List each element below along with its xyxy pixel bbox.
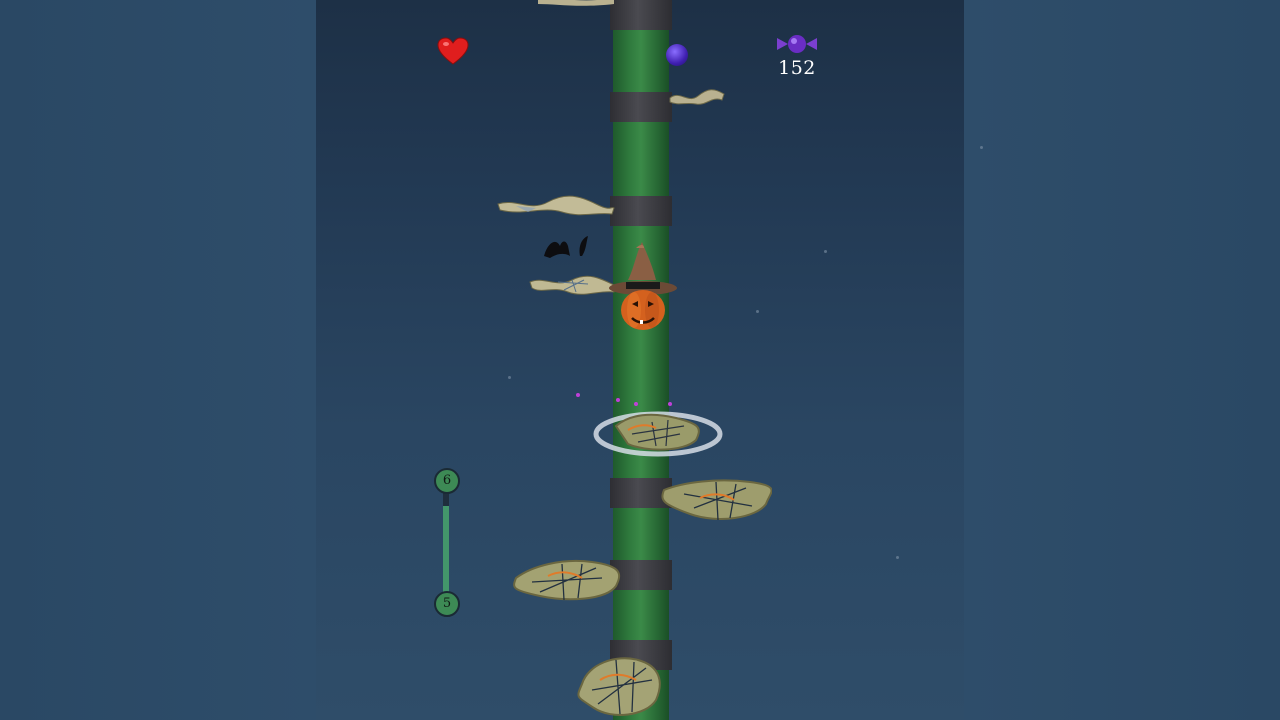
dust-particle (508, 376, 511, 379)
candy-icon (775, 34, 819, 54)
tower-ring (610, 196, 672, 226)
landing-ring (593, 411, 723, 457)
web-platform (577, 657, 661, 716)
left-backdrop (0, 0, 316, 720)
branch-platform (497, 195, 615, 216)
level-progress-fill (443, 505, 449, 596)
heart-icon (436, 36, 470, 66)
purple-orb-icon (666, 44, 688, 66)
next-level-node: 6 (434, 468, 460, 494)
level-progress-bar (443, 490, 449, 596)
branch-platform (669, 89, 725, 105)
magic-spark (576, 393, 580, 397)
magic-spark (616, 398, 620, 402)
right-backdrop (964, 0, 1280, 720)
dust-particle (980, 146, 983, 149)
web-platform (513, 559, 620, 601)
branch-platform (529, 275, 617, 295)
candy-count: 152 (778, 57, 816, 79)
tower-pole (610, 0, 672, 720)
bat-enemy (544, 236, 588, 258)
current-level-node: 5 (434, 591, 460, 617)
tower-ring (610, 92, 672, 122)
branch-platform (538, 0, 614, 6)
magic-spark (634, 402, 638, 406)
tower-ring (610, 0, 672, 30)
dust-particle (824, 250, 827, 253)
magic-spark (668, 402, 672, 406)
game-viewport[interactable] (316, 0, 964, 720)
dust-particle (756, 310, 759, 313)
dust-particle (896, 556, 899, 559)
web-platform (661, 479, 772, 521)
pumpkin-witch-player (609, 242, 677, 330)
